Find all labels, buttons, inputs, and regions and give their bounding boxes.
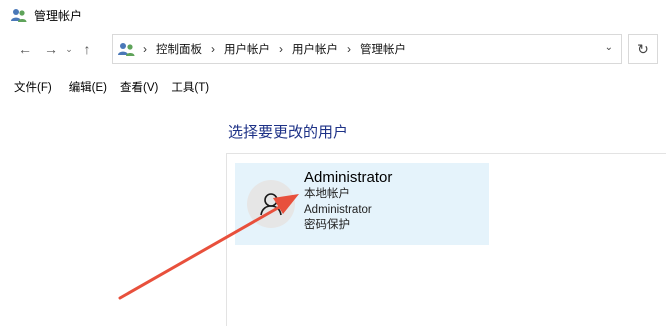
menu-file[interactable]: 文件(F)	[14, 79, 52, 95]
user-icon	[260, 193, 282, 216]
title-bar: 管理帐户	[0, 0, 666, 30]
back-button[interactable]: ←	[14, 38, 36, 60]
window-title: 管理帐户	[34, 8, 83, 23]
navigation-bar: ← → ⌄ ↑ › 控制面板 › 用户帐户 › 用户帐户 › 管理帐户 ⌄ ↻	[0, 34, 666, 64]
breadcrumb-user-accounts[interactable]: 用户帐户	[224, 41, 270, 57]
chevron-right-icon: ›	[143, 42, 147, 56]
chevron-down-icon: ⌄	[65, 43, 73, 54]
chevron-down-icon: ⌄	[604, 42, 613, 53]
address-bar[interactable]: › 控制面板 › 用户帐户 › 用户帐户 › 管理帐户 ⌄	[112, 34, 622, 64]
up-button[interactable]: ↑	[76, 38, 98, 60]
refresh-button[interactable]: ↻	[628, 34, 658, 64]
account-tile-administrator[interactable]: Administrator 本地帐户 Administrator 密码保护	[235, 163, 489, 245]
account-info: Administrator 本地帐户 Administrator 密码保护	[304, 170, 392, 236]
menu-tools[interactable]: 工具(T)	[171, 79, 209, 95]
recent-locations-button[interactable]: ⌄	[62, 38, 76, 60]
chevron-right-icon[interactable]: ›	[211, 42, 215, 56]
manage-accounts-window: 管理帐户 ← → ⌄ ↑ › 控制面板 › 用户帐户 › 用户帐户 › 管理帐户…	[0, 0, 666, 326]
address-history-button[interactable]: ⌄	[605, 42, 613, 53]
forward-button[interactable]: →	[40, 38, 62, 60]
menu-edit[interactable]: 编辑(E)	[69, 79, 107, 95]
menu-bar: 文件(F) 编辑(E) 查看(V) 工具(T)	[14, 78, 226, 96]
chevron-right-icon[interactable]: ›	[347, 42, 351, 56]
users-icon	[11, 9, 27, 22]
arrow-left-icon: ←	[18, 41, 32, 57]
breadcrumb-user-accounts-sub[interactable]: 用户帐户	[292, 41, 338, 57]
account-group: Administrator	[304, 203, 372, 216]
avatar	[247, 180, 295, 228]
menu-view[interactable]: 查看(V)	[120, 79, 158, 95]
refresh-icon: ↻	[637, 40, 649, 57]
account-list: Administrator 本地帐户 Administrator 密码保护	[226, 153, 666, 326]
chevron-right-icon[interactable]: ›	[279, 42, 283, 56]
account-protection: 密码保护	[304, 219, 350, 231]
account-name: Administrator	[304, 169, 393, 186]
arrow-up-icon: ↑	[83, 41, 91, 57]
account-type: 本地帐户	[304, 188, 350, 200]
breadcrumb-manage-accounts[interactable]: 管理帐户	[360, 41, 406, 57]
users-icon	[118, 43, 135, 56]
breadcrumb-control-panel[interactable]: 控制面板	[156, 41, 202, 57]
page-heading: 选择要更改的用户	[228, 124, 349, 141]
arrow-right-icon: →	[44, 41, 58, 57]
